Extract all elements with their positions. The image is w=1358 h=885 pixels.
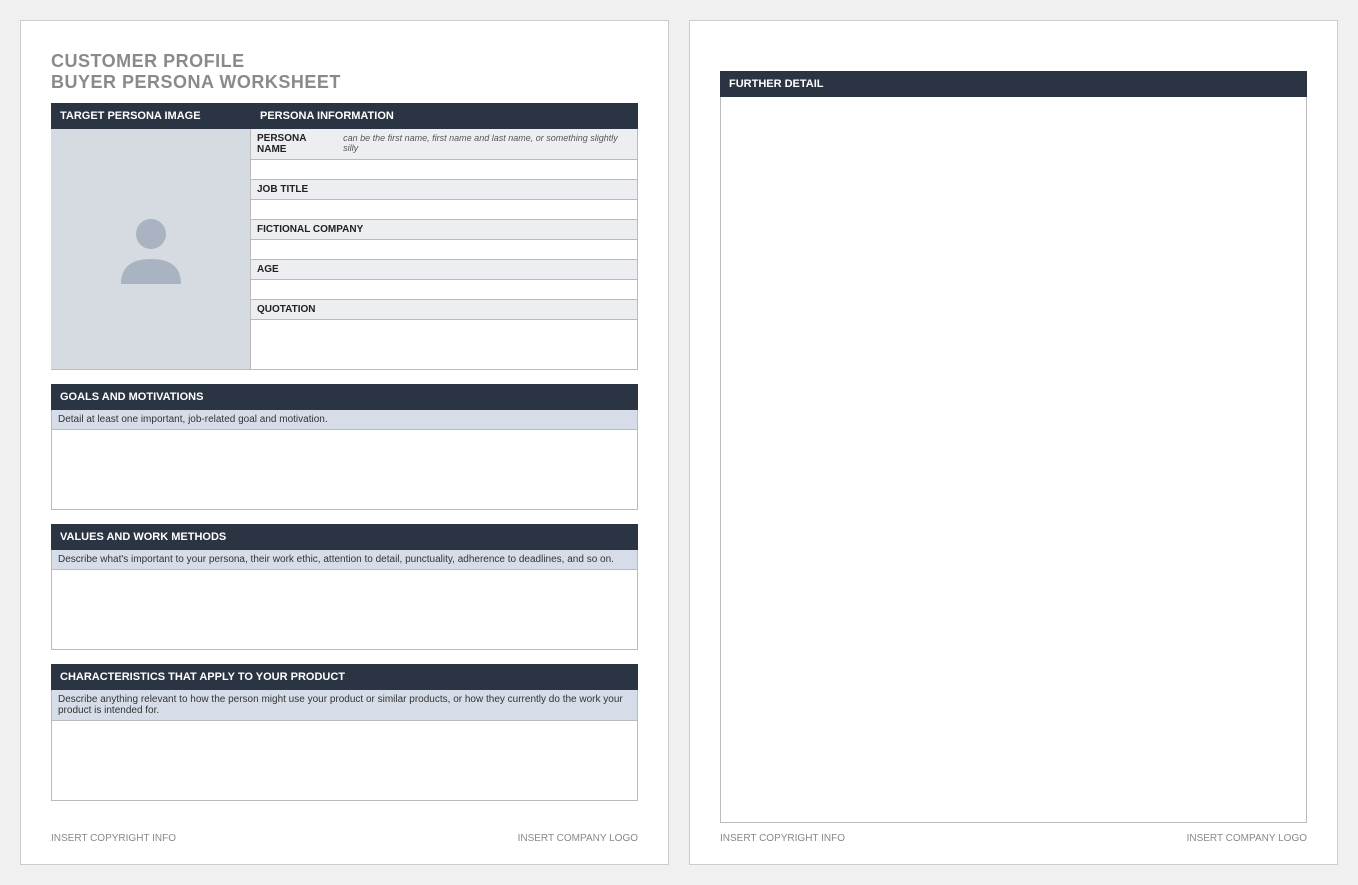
fictional-company-input[interactable] — [251, 240, 638, 260]
values-section: VALUES AND WORK METHODS Describe what's … — [51, 524, 638, 650]
persona-info-header: PERSONA INFORMATION — [251, 103, 638, 129]
fictional-company-label: FICTIONAL COMPANY — [257, 224, 363, 235]
age-label-row: AGE — [251, 260, 638, 280]
job-title-input[interactable] — [251, 200, 638, 220]
age-label: AGE — [257, 264, 279, 275]
further-detail-section: FURTHER DETAIL — [720, 71, 1307, 823]
goals-section: GOALS AND MOTIVATIONS Detail at least on… — [51, 384, 638, 510]
page-1-footer: INSERT COPYRIGHT INFO INSERT COMPANY LOG… — [51, 823, 638, 844]
target-image-column: TARGET PERSONA IMAGE — [51, 103, 251, 370]
company-logo-placeholder-2: INSERT COMPANY LOGO — [1187, 833, 1307, 844]
values-hint: Describe what's important to your person… — [51, 550, 638, 570]
worksheet-page-2: FURTHER DETAIL INSERT COPYRIGHT INFO INS… — [689, 20, 1338, 865]
goals-input[interactable] — [51, 430, 638, 510]
quotation-label: QUOTATION — [257, 304, 316, 315]
job-title-label-row: JOB TITLE — [251, 180, 638, 200]
persona-name-input[interactable] — [251, 160, 638, 180]
characteristics-section: CHARACTERISTICS THAT APPLY TO YOUR PRODU… — [51, 664, 638, 801]
further-detail-header: FURTHER DETAIL — [720, 71, 1307, 97]
title-line-1: CUSTOMER PROFILE — [51, 51, 638, 72]
values-header: VALUES AND WORK METHODS — [51, 524, 638, 550]
copyright-placeholder-2: INSERT COPYRIGHT INFO — [720, 833, 845, 844]
title-line-2: BUYER PERSONA WORKSHEET — [51, 72, 638, 93]
fictional-company-label-row: FICTIONAL COMPANY — [251, 220, 638, 240]
company-logo-placeholder: INSERT COMPANY LOGO — [518, 833, 638, 844]
goals-header: GOALS AND MOTIVATIONS — [51, 384, 638, 410]
persona-image-placeholder[interactable] — [51, 129, 251, 370]
values-input[interactable] — [51, 570, 638, 650]
characteristics-hint: Describe anything relevant to how the pe… — [51, 690, 638, 721]
age-input[interactable] — [251, 280, 638, 300]
target-image-header: TARGET PERSONA IMAGE — [51, 103, 251, 129]
persona-name-hint: can be the first name, first name and la… — [343, 133, 631, 153]
characteristics-input[interactable] — [51, 721, 638, 801]
persona-name-label-row: PERSONA NAME can be the first name, firs… — [251, 129, 638, 160]
worksheet-page-1: CUSTOMER PROFILE BUYER PERSONA WORKSHEET… — [20, 20, 669, 865]
persona-info-column: PERSONA INFORMATION PERSONA NAME can be … — [251, 103, 638, 370]
job-title-label: JOB TITLE — [257, 184, 308, 195]
page-2-footer: INSERT COPYRIGHT INFO INSERT COMPANY LOG… — [720, 823, 1307, 844]
quotation-label-row: QUOTATION — [251, 300, 638, 320]
quotation-input[interactable] — [251, 320, 638, 370]
characteristics-header: CHARACTERISTICS THAT APPLY TO YOUR PRODU… — [51, 664, 638, 690]
copyright-placeholder: INSERT COPYRIGHT INFO — [51, 833, 176, 844]
avatar-icon — [106, 204, 196, 294]
further-detail-input[interactable] — [720, 97, 1307, 823]
goals-hint: Detail at least one important, job-relat… — [51, 410, 638, 430]
persona-name-label: PERSONA NAME — [257, 133, 337, 155]
title-block: CUSTOMER PROFILE BUYER PERSONA WORKSHEET — [51, 51, 638, 93]
persona-top-row: TARGET PERSONA IMAGE PERSONA INFORMATION… — [51, 103, 638, 370]
